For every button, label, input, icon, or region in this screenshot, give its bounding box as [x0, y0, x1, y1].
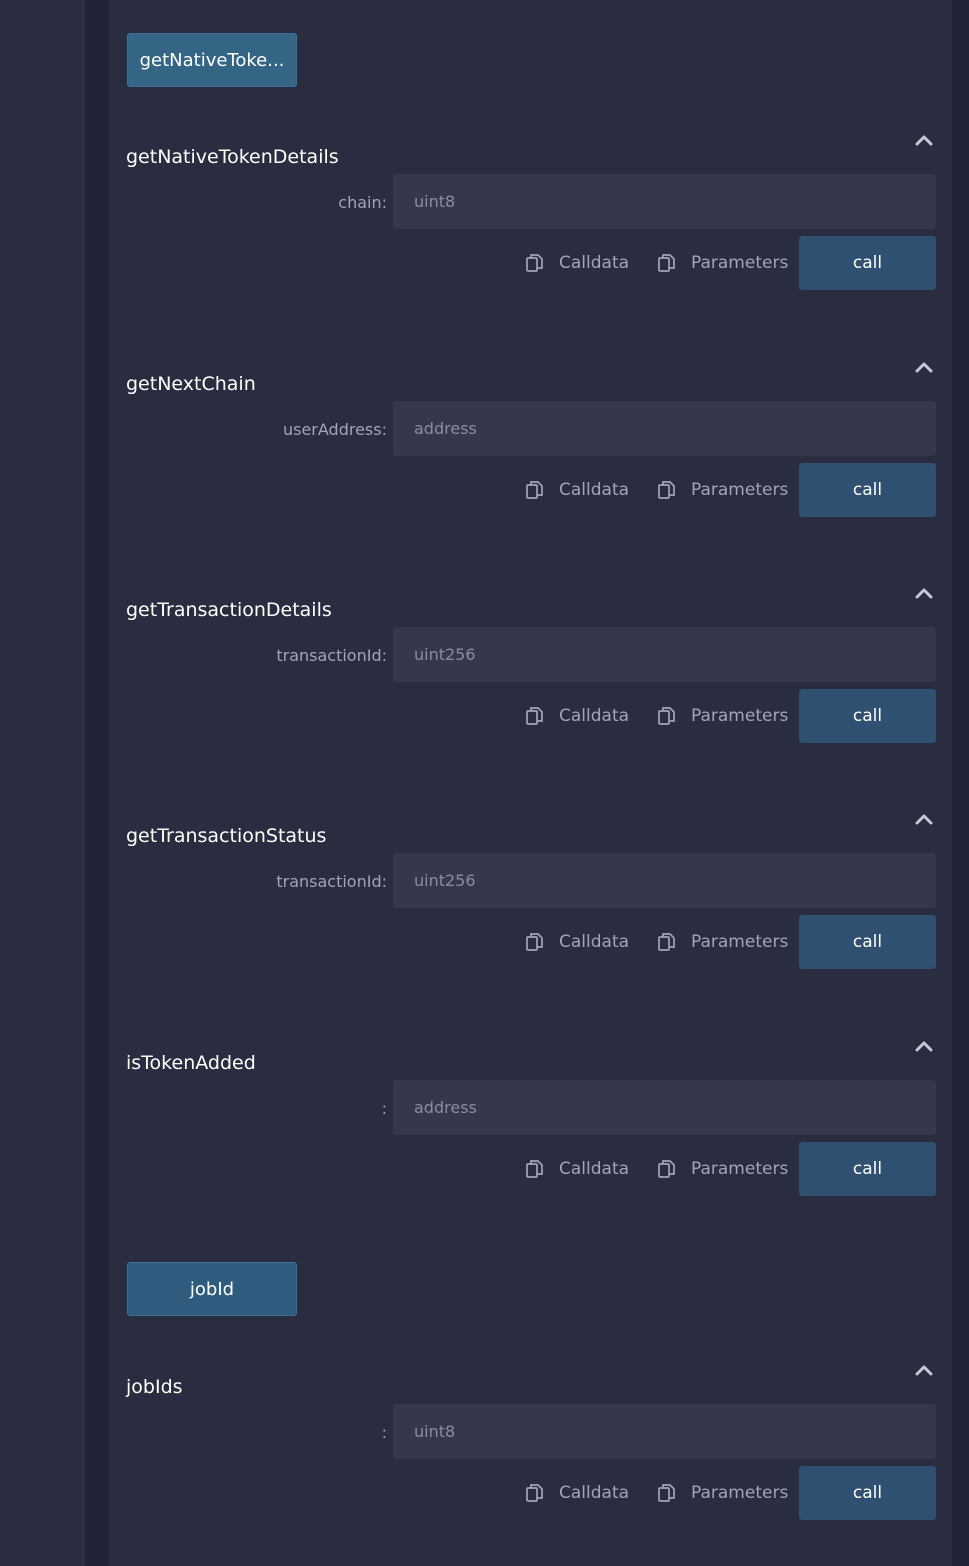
calldata-label: Calldata	[559, 1483, 630, 1503]
copy-calldata-button[interactable]: Calldata	[525, 689, 629, 743]
function-block-is-token-added: isTokenAdded : Calldata Parameters call	[109, 1041, 952, 1210]
chevron-up-icon[interactable]	[912, 807, 936, 831]
function-block-get-native-token-details: getNativeTokenDetails chain: Calldata Pa…	[109, 135, 952, 304]
parameters-label: Parameters	[691, 480, 789, 500]
right-strip	[952, 0, 969, 1566]
function-title: getTransactionDetails	[126, 599, 332, 621]
copy-icon	[526, 1484, 543, 1502]
param-input[interactable]	[393, 1404, 936, 1459]
chevron-up-icon[interactable]	[912, 355, 936, 379]
gutter	[84, 0, 109, 1566]
function-title: jobIds	[126, 1376, 183, 1398]
param-label: :	[381, 1423, 387, 1442]
parameters-label: Parameters	[691, 1483, 789, 1503]
call-button[interactable]: call	[799, 689, 936, 743]
call-button[interactable]: call	[799, 236, 936, 290]
param-label: transactionId:	[276, 646, 387, 665]
copy-icon	[526, 707, 543, 725]
copy-calldata-button[interactable]: Calldata	[525, 463, 629, 517]
copy-icon	[658, 707, 675, 725]
calldata-label: Calldata	[559, 253, 630, 273]
copy-calldata-button[interactable]: Calldata	[525, 1142, 629, 1196]
parameters-label: Parameters	[691, 706, 789, 726]
calldata-label: Calldata	[559, 932, 630, 952]
param-input[interactable]	[393, 174, 936, 229]
function-block-get-transaction-status: getTransactionStatus transactionId: Call…	[109, 814, 952, 983]
copy-icon	[526, 481, 543, 499]
call-button[interactable]: call	[799, 463, 936, 517]
chevron-up-icon[interactable]	[912, 1358, 936, 1382]
get-native-token-button[interactable]: getNativeToke...	[127, 33, 297, 87]
job-id-button[interactable]: jobId	[127, 1262, 297, 1316]
param-label: userAddress:	[282, 420, 387, 439]
param-label: chain:	[338, 193, 387, 212]
copy-icon	[658, 933, 675, 951]
parameters-label: Parameters	[691, 932, 789, 952]
copy-calldata-button[interactable]: Calldata	[525, 236, 629, 290]
parameters-label: Parameters	[691, 1159, 789, 1179]
copy-calldata-button[interactable]: Calldata	[525, 915, 629, 969]
chevron-up-icon[interactable]	[912, 128, 936, 152]
copy-parameters-button[interactable]: Parameters	[657, 236, 788, 290]
copy-icon	[658, 254, 675, 272]
param-label: transactionId:	[276, 872, 387, 891]
copy-icon	[658, 1160, 675, 1178]
param-input[interactable]	[393, 401, 936, 456]
copy-parameters-button[interactable]: Parameters	[657, 1466, 788, 1520]
copy-calldata-button[interactable]: Calldata	[525, 1466, 629, 1520]
calldata-label: Calldata	[559, 1159, 630, 1179]
param-input[interactable]	[393, 627, 936, 682]
copy-icon	[526, 933, 543, 951]
parameters-label: Parameters	[691, 253, 789, 273]
function-block-get-transaction-details: getTransactionDetails transactionId: Cal…	[109, 588, 952, 757]
function-title: getTransactionStatus	[126, 825, 327, 847]
function-title: isTokenAdded	[126, 1052, 256, 1074]
call-button[interactable]: call	[799, 1142, 936, 1196]
copy-parameters-button[interactable]: Parameters	[657, 1142, 788, 1196]
function-title: getNextChain	[126, 373, 256, 395]
call-button[interactable]: call	[799, 915, 936, 969]
copy-parameters-button[interactable]: Parameters	[657, 689, 788, 743]
chevron-up-icon[interactable]	[912, 581, 936, 605]
copy-icon	[526, 1160, 543, 1178]
copy-parameters-button[interactable]: Parameters	[657, 915, 788, 969]
calldata-label: Calldata	[559, 480, 630, 500]
copy-icon	[658, 481, 675, 499]
param-label: :	[381, 1099, 387, 1118]
copy-parameters-button[interactable]: Parameters	[657, 463, 788, 517]
call-button[interactable]: call	[799, 1466, 936, 1520]
param-input[interactable]	[393, 853, 936, 908]
left-rail	[0, 0, 84, 1566]
chevron-up-icon[interactable]	[912, 1034, 936, 1058]
calldata-label: Calldata	[559, 706, 630, 726]
param-input[interactable]	[393, 1080, 936, 1135]
copy-icon	[526, 254, 543, 272]
function-block-get-next-chain: getNextChain userAddress: Calldata Param…	[109, 362, 952, 531]
function-title: getNativeTokenDetails	[126, 146, 339, 168]
function-block-job-ids: jobIds : Calldata Parameters call	[109, 1365, 952, 1534]
copy-icon	[658, 1484, 675, 1502]
